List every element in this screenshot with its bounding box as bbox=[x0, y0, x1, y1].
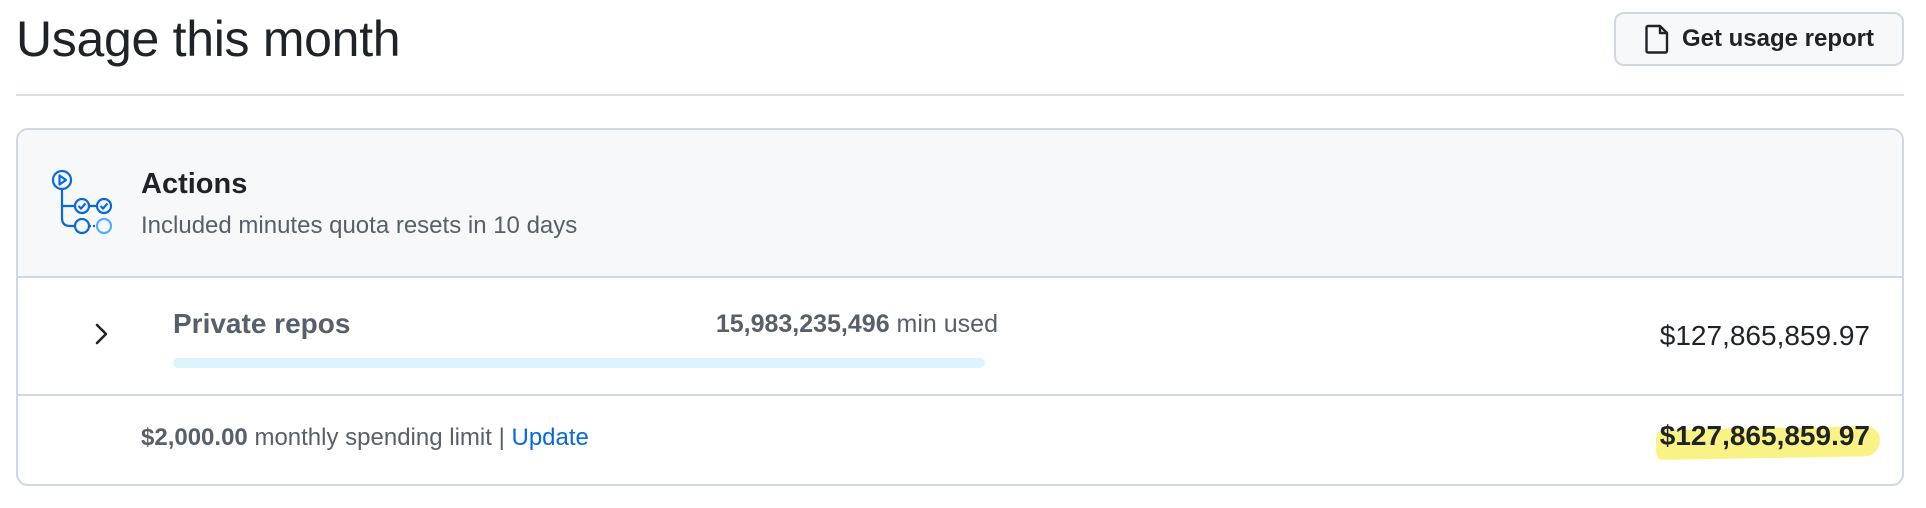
actions-subtitle: Included minutes quota resets in 10 days bbox=[141, 212, 578, 239]
private-repos-amount: $127,865,859.97 bbox=[1659, 320, 1870, 351]
get-usage-report-button[interactable]: Get usage report bbox=[1614, 12, 1904, 66]
update-link[interactable]: Update bbox=[511, 424, 588, 451]
file-icon bbox=[1644, 24, 1670, 54]
actions-usage-card: Actions Included minutes quota resets in… bbox=[16, 128, 1904, 486]
spending-limit-row: $2,000.00 monthly spending limit | Updat… bbox=[18, 394, 1902, 484]
spending-limit-label: monthly spending limit bbox=[254, 424, 492, 451]
minutes-used-value: 15,983,235,496 bbox=[715, 310, 890, 338]
actions-workflow-icon bbox=[50, 169, 120, 245]
usage-progress-bar bbox=[173, 358, 985, 368]
spending-limit-amount: $2,000.00 bbox=[141, 424, 248, 451]
separator: | bbox=[498, 424, 505, 451]
chevron-right-icon[interactable] bbox=[86, 316, 118, 352]
actions-title: Actions bbox=[141, 168, 248, 200]
page-title: Usage this month bbox=[16, 11, 401, 67]
get-usage-report-label: Get usage report bbox=[1681, 25, 1875, 52]
private-repos-row[interactable]: Private repos 15,983,235,496 min used $1… bbox=[18, 278, 1902, 396]
actions-card-header: Actions Included minutes quota resets in… bbox=[18, 130, 1902, 278]
minutes-used-suffix: min used bbox=[896, 310, 998, 338]
private-repos-label: Private repos bbox=[173, 308, 351, 339]
spending-limit-text: $2,000.00 monthly spending limit | Updat… bbox=[141, 424, 589, 452]
page-header: Usage this month Get usage report bbox=[16, 0, 1904, 96]
minutes-used-text: 15,983,235,496 min used bbox=[678, 310, 998, 339]
total-amount: $127,865,859.97 bbox=[1659, 420, 1870, 451]
total-amount-wrap: $127,865,859.97 bbox=[1655, 420, 1881, 460]
